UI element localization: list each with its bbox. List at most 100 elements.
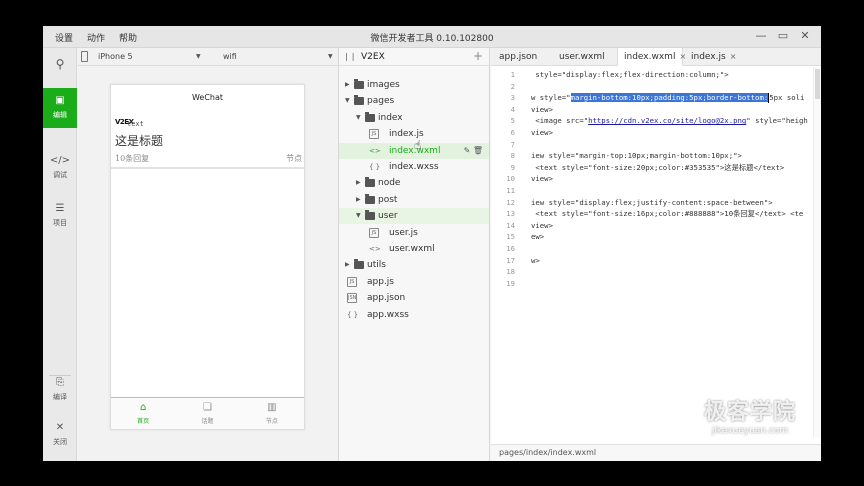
delete-icon[interactable]: 🗑 xyxy=(473,146,483,155)
code-text: iew style="display:flex;justify-content:… xyxy=(531,197,773,208)
network-select[interactable]: wifi xyxy=(223,52,237,61)
maximize-button[interactable]: ▭ xyxy=(777,29,789,43)
code-line[interactable]: 8 iew style="margin-top:10px;margin-botto… xyxy=(491,150,821,161)
device-select[interactable]: iPhone 5 xyxy=(98,52,133,61)
caret-down-icon[interactable]: ▼ xyxy=(345,93,350,109)
post-title[interactable]: 这是标题 xyxy=(115,132,163,149)
tree-node[interactable]: ▼ pages xyxy=(339,93,489,109)
tab-home[interactable]: ⌂ 首页 xyxy=(111,398,175,429)
tree-node[interactable]: ▼ user xyxy=(339,208,489,225)
tree-node[interactable]: <> user.wxml xyxy=(339,241,489,257)
nav-edit[interactable]: ▣ 编辑 xyxy=(43,88,77,128)
code-line[interactable]: 3 w style="margin-bottom:10px;padding:5px… xyxy=(491,92,821,104)
code-line[interactable]: 5 <image src="https://cdn.v2ex.co/site/l… xyxy=(491,115,821,126)
editor-tab[interactable]: user.wxml xyxy=(553,48,615,66)
code-line[interactable]: 9 <text style="font-size:20px;color:#353… xyxy=(491,162,821,173)
file-path: pages/index/index.wxml xyxy=(499,448,597,457)
editor-statusbar: pages/index/index.wxml xyxy=(491,444,821,461)
tab-topics[interactable]: ❏ 话题 xyxy=(175,398,239,429)
code-line[interactable]: 13 <text style="font-size:16px;color:#88… xyxy=(491,208,821,219)
editor-tab[interactable]: index.wxml × xyxy=(617,48,686,66)
caret-down-icon[interactable]: ▼ xyxy=(356,110,361,126)
project-name: V2EX xyxy=(361,52,385,62)
editor-tab[interactable]: app.json xyxy=(493,48,551,66)
code-area[interactable]: 1 style="display:flex;flex-direction:col… xyxy=(491,67,821,437)
close-tab-icon[interactable]: × xyxy=(730,52,737,61)
editor-scrollbar[interactable] xyxy=(813,67,821,437)
code-line[interactable]: 4 view> xyxy=(491,104,821,115)
close-window-button[interactable]: ✕ xyxy=(799,29,811,43)
code-line[interactable]: 2 xyxy=(491,81,821,92)
code-line[interactable]: 11 xyxy=(491,185,821,196)
rename-icon[interactable]: ✎ xyxy=(464,146,473,155)
code-segment: <text style="font-size:16px;color:#88888… xyxy=(531,209,804,219)
node-label[interactable]: 节点 xyxy=(286,153,302,164)
code-text: <text style="font-size:16px;color:#88888… xyxy=(531,208,803,219)
caret-right-icon[interactable]: ▶ xyxy=(356,175,361,191)
js-file-icon: JS xyxy=(369,227,379,238)
code-line[interactable]: 6 view> xyxy=(491,127,821,138)
js-file-icon: JS xyxy=(347,276,357,287)
caret-down-icon[interactable]: ▼ xyxy=(356,208,361,224)
tree-node[interactable]: ▶ images xyxy=(339,77,489,93)
code-line[interactable]: 18 xyxy=(491,266,821,277)
tree-node-label: node xyxy=(378,178,401,189)
tab-nodes[interactable]: ▥ 节点 xyxy=(240,398,304,429)
wxss-file-icon: { } xyxy=(369,163,381,171)
code-line[interactable]: 7 xyxy=(491,139,821,150)
add-file-icon[interactable]: + xyxy=(473,49,483,63)
line-number: 8 xyxy=(510,151,515,161)
tree-node[interactable]: { } app.wxss xyxy=(339,307,489,323)
nav-project[interactable]: ☰ 项目 xyxy=(43,196,77,236)
tree-node[interactable]: { } index.wxss xyxy=(339,159,489,175)
device-toolbar: iPhone 5 ▼ wifi ▼ xyxy=(78,48,338,66)
tree-node[interactable]: ▶ post xyxy=(339,192,489,208)
phone-icon xyxy=(81,51,88,62)
caret-right-icon[interactable]: ▶ xyxy=(345,257,350,273)
tree-node-label: pages xyxy=(367,96,395,107)
tree-node[interactable]: JS user.js xyxy=(339,225,489,241)
line-number: 9 xyxy=(510,162,515,172)
line-number: 10 xyxy=(506,174,515,184)
editor-tab[interactable]: index.js × xyxy=(685,48,745,66)
caret-right-icon[interactable]: ▶ xyxy=(356,192,361,208)
code-line[interactable]: 14 view> xyxy=(491,220,821,231)
minimize-button[interactable]: — xyxy=(755,29,767,43)
nav-debug[interactable]: </> 调试 xyxy=(43,148,77,188)
network-caret-icon[interactable]: ▼ xyxy=(328,53,333,60)
tree-node[interactable]: ▶ node xyxy=(339,175,489,191)
code-line[interactable]: 1 style="display:flex;flex-direction:col… xyxy=(491,69,821,80)
code-line[interactable]: 15 ew> xyxy=(491,231,821,242)
code-line[interactable]: 16 xyxy=(491,243,821,254)
code-text: view> xyxy=(531,173,553,184)
window-controls: — ▭ ✕ xyxy=(755,29,811,43)
code-line[interactable]: 12 iew style="display:flex;justify-conten… xyxy=(491,197,821,208)
avatar-icon[interactable]: ⚲ xyxy=(51,57,69,79)
watermark-main: 极客学院 xyxy=(703,400,796,425)
code-line[interactable]: 17 w> xyxy=(491,255,821,266)
device-caret-icon[interactable]: ▼ xyxy=(196,53,201,60)
nav-close[interactable]: ✕ 关闭 xyxy=(43,415,77,455)
tree-node[interactable]: ▼ index xyxy=(339,110,489,126)
line-number: 17 xyxy=(506,255,515,265)
code-url[interactable]: https://cdn.v2ex.co/site/logo@2x.png xyxy=(588,116,746,125)
tree-node[interactable]: JSN app.json xyxy=(339,290,489,306)
nav-compile[interactable]: ⎘ 编译 xyxy=(43,370,77,410)
tree-node[interactable]: JS app.js xyxy=(339,274,489,290)
code-line[interactable]: 10 view> xyxy=(491,173,821,184)
book-icon: ▥ xyxy=(267,402,277,413)
editor-tabs: app.json user.wxml index.wxml × index.js × xyxy=(491,48,821,66)
code-line[interactable]: 19 xyxy=(491,278,821,289)
scroll-thumb[interactable] xyxy=(815,69,820,99)
code-text: <text style="font-size:20px;color:#35353… xyxy=(531,162,784,173)
line-number: 19 xyxy=(506,278,515,288)
columns-icon[interactable]: ❘❘ xyxy=(343,52,356,61)
tree-node[interactable]: ▶ utils xyxy=(339,257,489,273)
tree-node-label: utils xyxy=(367,260,386,271)
editor-tab-label: app.json xyxy=(499,52,538,62)
line-number: 11 xyxy=(506,186,515,195)
code-icon: </> xyxy=(49,155,71,166)
caret-right-icon[interactable]: ▶ xyxy=(345,77,350,93)
code-segment: w style=" xyxy=(531,93,571,103)
line-number: 16 xyxy=(506,244,515,253)
